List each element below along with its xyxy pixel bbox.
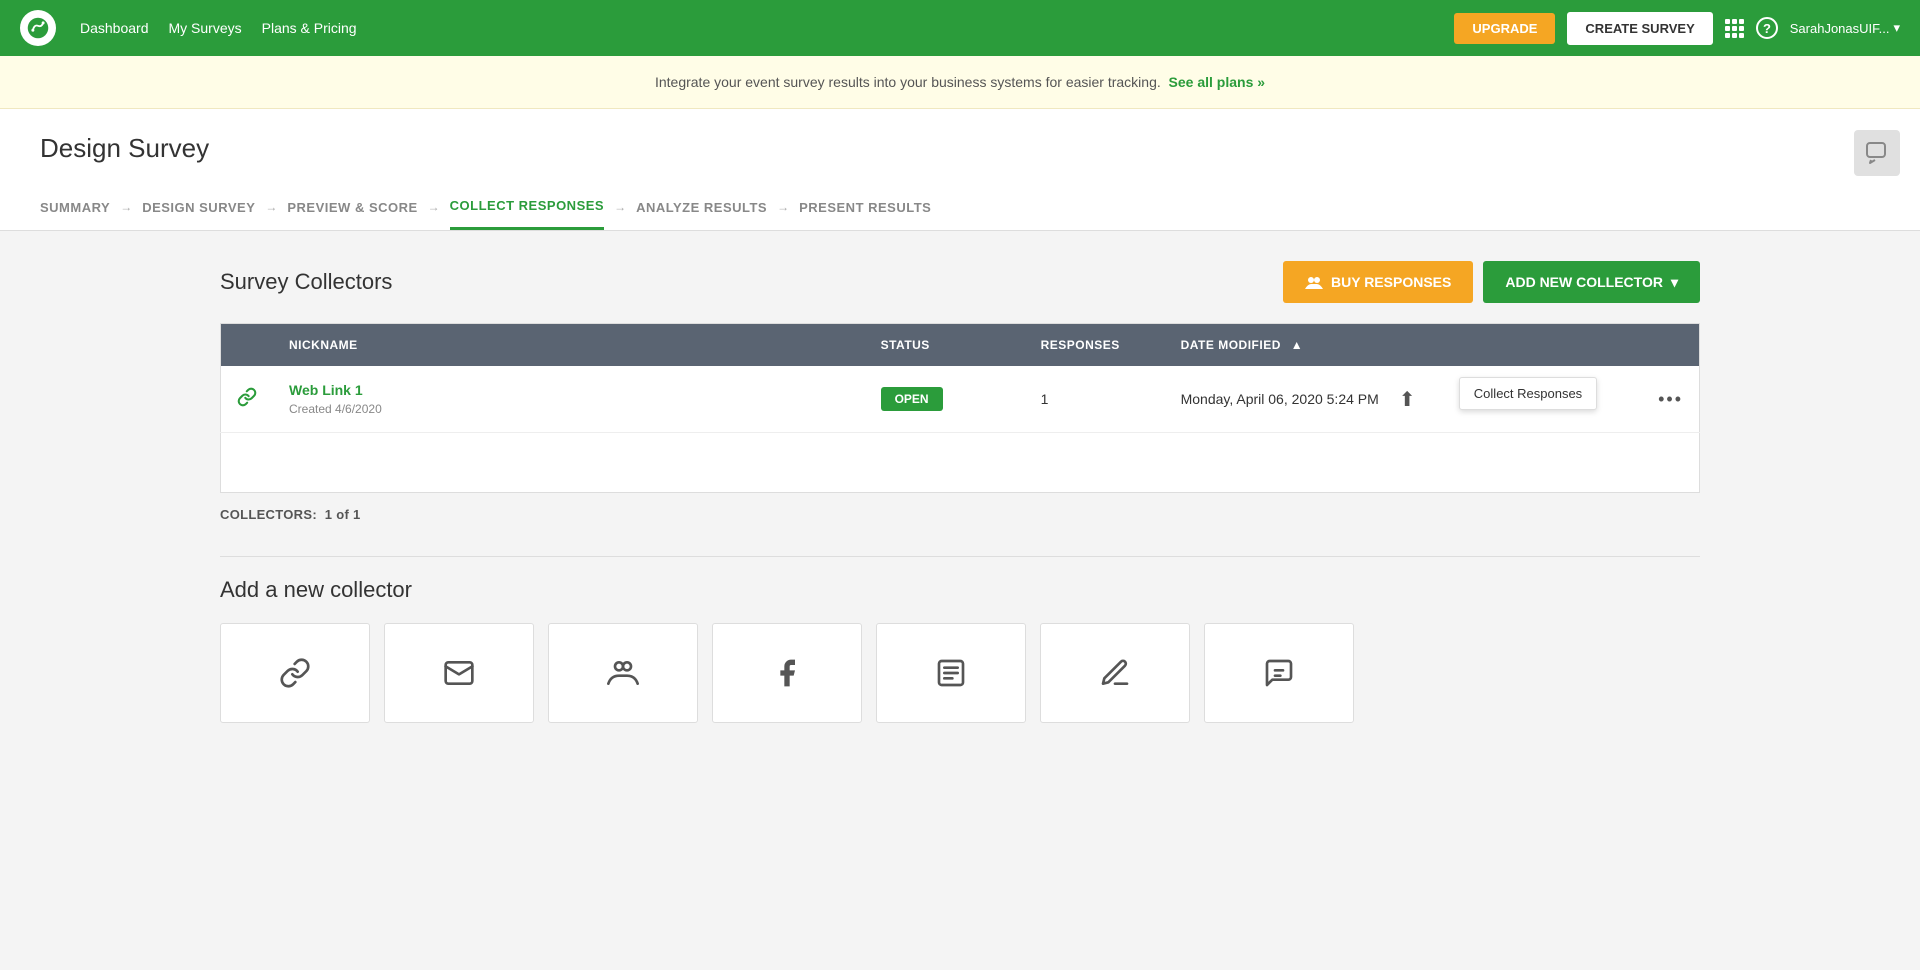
col-status-header[interactable]: STATUS xyxy=(865,324,1025,367)
row-actions-cell[interactable]: ••• xyxy=(1642,366,1699,433)
row-icon-cell xyxy=(221,366,274,433)
responses-count: 1 xyxy=(1041,391,1049,407)
col-actions-header xyxy=(1642,324,1699,367)
help-icon[interactable]: ? xyxy=(1756,17,1778,39)
breadcrumb-collect-responses[interactable]: COLLECT RESPONSES xyxy=(450,184,604,230)
link-collector-icon xyxy=(237,391,257,411)
collector-card-manual[interactable] xyxy=(1040,623,1190,723)
nav-plans-pricing[interactable]: Plans & Pricing xyxy=(262,20,357,36)
collector-card-facebook[interactable] xyxy=(712,623,862,723)
arrow-4: → xyxy=(614,200,626,214)
collectors-table: NICKNAME STATUS RESPONSES DATE MODIFIED … xyxy=(220,323,1700,493)
logo[interactable] xyxy=(20,10,56,46)
col-date-header[interactable]: DATE MODIFIED ▲ xyxy=(1165,324,1643,367)
collector-cards xyxy=(220,623,1700,723)
upgrade-button[interactable]: UPGRADE xyxy=(1454,13,1555,44)
create-survey-button[interactable]: CREATE SURVEY xyxy=(1567,12,1712,45)
nav-dashboard[interactable]: Dashboard xyxy=(80,20,149,36)
table-header: NICKNAME STATUS RESPONSES DATE MODIFIED … xyxy=(221,324,1700,367)
breadcrumb-present-results[interactable]: PRESENT RESULTS xyxy=(799,186,931,229)
page-title-area: Design Survey SUMMARY → DESIGN SURVEY → … xyxy=(0,109,1920,231)
svg-text:?: ? xyxy=(1763,21,1771,36)
collector-name-link[interactable]: Web Link 1 xyxy=(289,382,849,398)
arrow-3: → xyxy=(428,200,440,214)
section-divider xyxy=(220,556,1700,557)
collector-card-survey-kiosk[interactable] xyxy=(876,623,1026,723)
grid-icon[interactable] xyxy=(1725,19,1744,38)
breadcrumb-analyze-results[interactable]: ANALYZE RESULTS xyxy=(636,186,767,229)
date-modified-value: Monday, April 06, 2020 5:24 PM xyxy=(1181,391,1379,407)
breadcrumb-design-survey[interactable]: DESIGN SURVEY xyxy=(142,186,255,229)
header-right: UPGRADE CREATE SURVEY ? SarahJonasUIF...… xyxy=(1454,12,1900,45)
row-status-cell: OPEN xyxy=(865,366,1025,433)
collectors-title: Survey Collectors xyxy=(220,269,392,295)
add-new-collector-button[interactable]: ADD NEW COLLECTOR ▾ xyxy=(1483,261,1700,303)
breadcrumb-nav: SUMMARY → DESIGN SURVEY → PREVIEW & SCOR… xyxy=(40,184,1880,230)
status-badge: OPEN xyxy=(881,387,943,411)
user-menu[interactable]: SarahJonasUIF... ▾ xyxy=(1790,20,1900,36)
add-collector-title: Add a new collector xyxy=(220,577,1700,603)
empty-cell xyxy=(221,433,1700,493)
breadcrumb-summary[interactable]: SUMMARY xyxy=(40,186,110,229)
row-nickname-cell: Web Link 1 Created 4/6/2020 xyxy=(273,366,865,433)
col-responses-header[interactable]: RESPONSES xyxy=(1025,324,1165,367)
arrow-1: → xyxy=(120,200,132,214)
promo-banner: Integrate your event survey results into… xyxy=(0,56,1920,109)
row-responses-cell: 1 xyxy=(1025,366,1165,433)
table-row: Web Link 1 Created 4/6/2020 OPEN 1 Monda… xyxy=(221,366,1700,433)
collector-card-weblink[interactable] xyxy=(220,623,370,723)
breadcrumb-preview-score[interactable]: PREVIEW & SCORE xyxy=(287,186,417,229)
row-date-cell: Monday, April 06, 2020 5:24 PM ⬆ Collect… xyxy=(1165,366,1643,433)
collector-card-messenger[interactable] xyxy=(1204,623,1354,723)
nav-my-surveys[interactable]: My Surveys xyxy=(169,20,242,36)
sort-arrow-icon: ▲ xyxy=(1291,338,1303,352)
collect-responses-tooltip: Collect Responses xyxy=(1459,377,1597,410)
see-all-plans-link[interactable]: See all plans » xyxy=(1169,74,1266,90)
collectors-header: Survey Collectors BUY RESPONSES ADD NEW … xyxy=(220,261,1700,303)
main-nav: Dashboard My Surveys Plans & Pricing xyxy=(80,20,1430,36)
main-content: Survey Collectors BUY RESPONSES ADD NEW … xyxy=(0,231,1920,831)
col-nickname-header[interactable]: NICKNAME xyxy=(273,324,865,367)
collector-card-email[interactable] xyxy=(384,623,534,723)
arrow-5: → xyxy=(777,200,789,214)
page-title: Design Survey xyxy=(40,133,1880,164)
more-actions-button[interactable]: ••• xyxy=(1658,389,1683,409)
collector-created-date: Created 4/6/2020 xyxy=(289,402,382,416)
table-body: Web Link 1 Created 4/6/2020 OPEN 1 Monda… xyxy=(221,366,1700,493)
collector-card-contacts[interactable] xyxy=(548,623,698,723)
buy-responses-button[interactable]: BUY RESPONSES xyxy=(1283,261,1473,303)
cursor-indicator: ⬆ xyxy=(1399,389,1416,411)
dropdown-arrow-icon: ▾ xyxy=(1671,274,1678,291)
collectors-count: COLLECTORS: 1 of 1 xyxy=(220,493,1700,536)
col-icon-header xyxy=(221,324,274,367)
arrow-2: → xyxy=(265,200,277,214)
collectors-actions: BUY RESPONSES ADD NEW COLLECTOR ▾ xyxy=(1283,261,1700,303)
chat-button[interactable] xyxy=(1854,130,1900,176)
header: Dashboard My Surveys Plans & Pricing UPG… xyxy=(0,0,1920,56)
collect-responses-tooltip-container: ⬆ Collect Responses xyxy=(1399,387,1416,412)
empty-row xyxy=(221,433,1700,493)
